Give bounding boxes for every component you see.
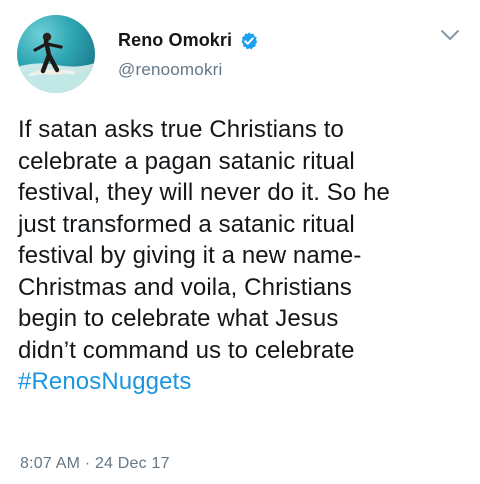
avatar[interactable] (17, 15, 95, 93)
tweet-text-line: just transformed a satanic ritual (18, 210, 355, 238)
author-name-row[interactable]: Reno Omokri (118, 30, 259, 51)
tweet-time: 8:07 AM (20, 455, 81, 472)
tweet-text-line: Christmas and voila, Christians (18, 273, 352, 301)
avatar-surfer-image (17, 32, 95, 93)
tweet-text-line: begin to celebrate what Jesus (18, 305, 339, 332)
tweet-timestamp[interactable]: 8:07 AM · 24 Dec 17 (20, 455, 170, 473)
tweet-text-line: If satan asks true Christians to (18, 116, 345, 143)
author-handle[interactable]: @renoomokri (118, 60, 223, 80)
tweet-date: 24 Dec 17 (94, 455, 170, 472)
tweet-text-line: didn’t command us to celebrate (18, 336, 355, 364)
tweet-card: Reno Omokri @renoomokri If satan asks tr… (0, 0, 480, 484)
tweet-text-line: festival, they will never do it. So he (18, 179, 390, 206)
chevron-down-icon[interactable] (440, 28, 460, 42)
tweet-text-line: celebrate a pagan satanic ritual (18, 147, 355, 175)
tweet-text: If satan asks true Christians to celebra… (18, 114, 468, 398)
author-display-name[interactable]: Reno Omokri (118, 30, 232, 51)
hashtag-link[interactable]: #RenosNuggets (18, 366, 468, 398)
verified-badge-icon (241, 31, 258, 49)
timestamp-separator: · (84, 455, 91, 472)
tweet-text-line: festival by giving it a new name- (18, 242, 362, 269)
